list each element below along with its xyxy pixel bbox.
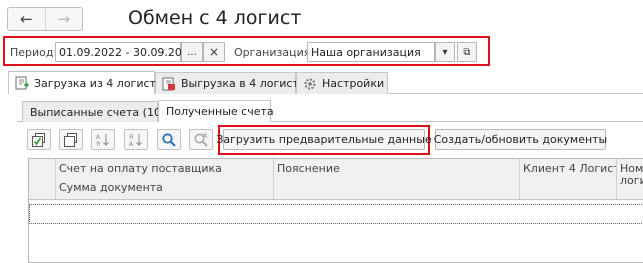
create-update-label: Создать/обновить документы — [433, 133, 608, 146]
sort-descending-button[interactable]: ЯА — [124, 129, 148, 150]
cancel-search-button[interactable] — [189, 129, 213, 150]
header-invoice[interactable]: Счет на оплату поставщика Сумма документ… — [55, 159, 274, 199]
current-row-focus[interactable] — [29, 204, 643, 224]
svg-text:Я: Я — [96, 141, 100, 148]
tab-import-label: Загрузка из 4 логист — [34, 76, 156, 90]
header-client-line1: Клиент 4 Логист — [523, 162, 617, 175]
search-icon — [161, 132, 177, 148]
ellipsis-icon: ... — [187, 46, 197, 58]
header-number-line2: логи — [620, 174, 643, 187]
header-client[interactable]: Клиент 4 Логист — [519, 159, 617, 199]
svg-text:А: А — [129, 141, 134, 148]
arrow-right-icon: → — [57, 10, 71, 28]
tab-settings-label: Настройки — [322, 77, 385, 90]
header-comment[interactable]: Пояснение — [273, 159, 520, 199]
check-all-button[interactable] — [27, 129, 51, 150]
tab-settings[interactable]: Настройки — [296, 72, 388, 94]
subtab-issued-invoices[interactable]: Выписанные счета (103) — [22, 101, 172, 122]
arrow-left-icon: ← — [19, 10, 33, 28]
load-preliminary-data-button[interactable]: Загрузить предварительные данные — [216, 129, 432, 150]
settings-icon — [303, 77, 317, 91]
svg-text:Я: Я — [129, 134, 133, 141]
period-clear-button[interactable]: × — [203, 42, 225, 62]
back-button[interactable]: ← — [8, 8, 45, 30]
header-invoice-line1: Счет на оплату поставщика — [59, 162, 222, 175]
header-comment-line1: Пояснение — [277, 162, 340, 175]
navigation-buttons: ← → — [7, 7, 83, 31]
export-icon — [162, 77, 176, 91]
import-icon — [15, 76, 30, 90]
received-invoices-table: Счет на оплату поставщика Сумма документ… — [28, 158, 643, 263]
sort-ascending-icon: АЯ — [95, 132, 111, 148]
forward-button[interactable]: → — [44, 8, 83, 30]
header-invoice-line2: Сумма документа — [59, 181, 163, 194]
table-header: Счет на оплату поставщика Сумма документ… — [29, 159, 643, 200]
subtab-received-label: Полученные счета — [166, 105, 274, 118]
period-field[interactable]: 01.09.2022 - 30.09.2022 — [55, 42, 196, 62]
tab-export[interactable]: Выгрузка в 4 логист — [155, 72, 299, 94]
uncheck-all-icon — [63, 132, 79, 148]
period-label: Период: — [10, 46, 58, 59]
organization-dropdown-button[interactable]: ▾ — [435, 42, 455, 62]
check-all-icon — [31, 132, 47, 148]
subtab-received-invoices[interactable]: Полученные счета — [158, 100, 274, 122]
svg-text:А: А — [96, 134, 101, 141]
load-preliminary-label: Загрузить предварительные данные — [216, 133, 432, 146]
tab-import[interactable]: Загрузка из 4 логист — [8, 71, 156, 94]
chevron-down-icon: ▾ — [442, 46, 448, 58]
sort-descending-icon: ЯА — [128, 132, 144, 148]
organization-field[interactable]: Наша организация — [307, 42, 435, 62]
clear-icon: × — [208, 45, 220, 59]
create-update-documents-button[interactable]: Создать/обновить документы — [433, 129, 608, 150]
page-title: Обмен с 4 логист — [128, 7, 302, 29]
organization-open-button[interactable]: ⧉ — [457, 42, 477, 62]
period-choose-button[interactable]: ... — [181, 42, 203, 62]
tab-export-label: Выгрузка в 4 логист — [181, 77, 299, 90]
subtab-issued-label: Выписанные счета (103) — [30, 105, 173, 119]
header-number[interactable]: Ном логи — [616, 159, 643, 199]
search-button[interactable] — [157, 129, 181, 150]
uncheck-all-button[interactable] — [59, 129, 83, 150]
organization-label: Организация: — [234, 46, 315, 59]
cancel-search-icon — [193, 132, 209, 148]
sort-ascending-button[interactable]: АЯ — [91, 129, 115, 150]
header-spacer — [29, 159, 56, 199]
open-form-icon: ⧉ — [463, 46, 471, 58]
